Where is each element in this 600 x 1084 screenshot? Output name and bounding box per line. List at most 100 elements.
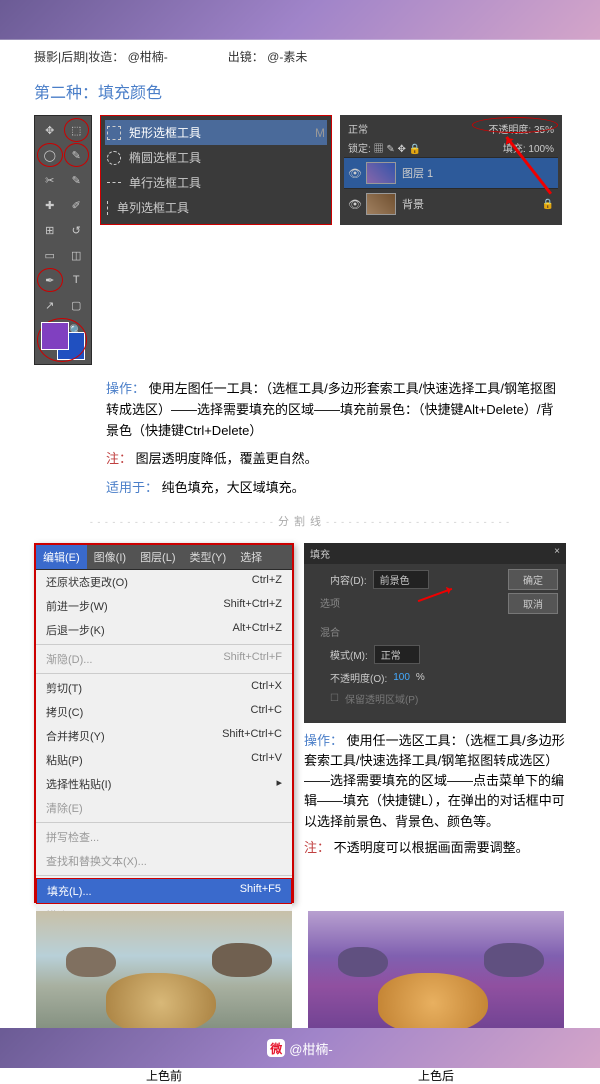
header-decoration: [0, 0, 600, 40]
credit-line: 摄影|后期|妆造： @柑楠- 出镜： @-素未: [34, 48, 566, 65]
ps-toolbar: ✥ ⬚ ◯ ✎ ✂ ✎ ✚ ✐ ⊞ ↺ ▭ ◫ ✒ T ↗ ▢ ✋ 🔍: [34, 115, 92, 365]
menu-item-forward[interactable]: 前进一步(W)Shift+Ctrl+Z: [36, 594, 292, 618]
footer-handle: @柑楠-: [289, 1039, 333, 1058]
rect-marquee-item[interactable]: 矩形选框工具 M: [105, 120, 327, 145]
brush-tool-icon[interactable]: ✐: [64, 193, 90, 217]
history-brush-icon[interactable]: ↺: [64, 218, 90, 242]
fill-value[interactable]: 100%: [528, 144, 554, 155]
note-label: 注：: [106, 451, 132, 466]
healing-tool-icon[interactable]: ✚: [37, 193, 63, 217]
opacity-highlight-ring: [472, 117, 558, 133]
weibo-icon: 微: [267, 1039, 285, 1057]
menu-item-copy-merged[interactable]: 合并拷贝(Y)Shift+Ctrl+C: [36, 724, 292, 748]
lock-icon: 🔒: [542, 199, 554, 210]
shape-tool-icon[interactable]: ▢: [64, 293, 90, 317]
type-tool-icon[interactable]: T: [64, 268, 90, 292]
menu-edit[interactable]: 编辑(E): [36, 545, 87, 569]
menu-item-fill[interactable]: 填充(L)...Shift+F5: [36, 878, 292, 904]
before-caption: 上色前: [36, 1067, 292, 1084]
foreground-color-swatch[interactable]: [41, 322, 69, 350]
blend-mode-select[interactable]: 正常: [348, 121, 368, 136]
marquee-tool-icon[interactable]: ⬚: [64, 118, 90, 142]
eyedropper-tool-icon[interactable]: ✎: [64, 168, 90, 192]
ok-button[interactable]: 确定: [508, 569, 558, 590]
menu-item-copy[interactable]: 拷贝(C)Ctrl+C: [36, 700, 292, 724]
menu-item-spell: 拼写检查...: [36, 825, 292, 849]
opacity-input[interactable]: 100: [393, 672, 410, 683]
content-select[interactable]: 前景色: [373, 570, 429, 589]
ellipse-marquee-icon: [107, 151, 121, 165]
stamp-tool-icon[interactable]: ⊞: [37, 218, 63, 242]
marquee-shortcut: M: [315, 126, 325, 140]
layer-thumbnail: [366, 193, 396, 215]
menu-image[interactable]: 图像(I): [87, 545, 133, 569]
section-title: 第二种：填充颜色: [34, 79, 566, 103]
after-caption: 上色后: [308, 1067, 564, 1084]
note-label: 注：: [304, 840, 330, 855]
divider-text: 分 割 线: [278, 516, 322, 528]
ellipse-marquee-item[interactable]: 椭圆选框工具: [105, 145, 327, 170]
menu-type[interactable]: 类型(Y): [183, 545, 234, 569]
menu-item-cut[interactable]: 剪切(T)Ctrl+X: [36, 676, 292, 700]
credit-author: @柑楠-: [128, 50, 168, 64]
col-marquee-label: 单列选框工具: [117, 199, 189, 216]
lock-icons[interactable]: ▦ ✎ ✥ 🔒: [374, 144, 422, 155]
preserve-label: 保留透明区域(P): [345, 691, 418, 706]
menu-item-clear: 清除(E): [36, 796, 292, 820]
layer-row-background[interactable]: 👁 背景 🔒: [344, 188, 558, 219]
divider: 分 割 线: [34, 513, 566, 529]
note-text: 图层透明度降低，覆盖更自然。: [136, 451, 318, 466]
pen-tool-icon[interactable]: ✒: [37, 268, 63, 292]
menubar: 编辑(E) 图像(I) 图层(L) 类型(Y) 选择: [36, 545, 292, 570]
rect-marquee-label: 矩形选框工具: [129, 124, 201, 141]
credit-model-label: 出镜：: [228, 50, 264, 64]
marquee-tool-flyout: 矩形选框工具 M 椭圆选框工具 单行选框工具 单列选框工具: [100, 115, 332, 225]
edit-menu-screenshot: 编辑(E) 图像(I) 图层(L) 类型(Y) 选择 还原状态更改(O)Ctrl…: [34, 543, 294, 903]
quick-select-tool-icon[interactable]: ✎: [64, 143, 90, 167]
note-text: 不透明度可以根据画面需要调整。: [334, 840, 529, 855]
footer-bar: 微 @柑楠-: [0, 1028, 600, 1068]
menu-item-back[interactable]: 后退一步(K)Alt+Ctrl+Z: [36, 618, 292, 642]
close-icon[interactable]: ×: [554, 546, 560, 561]
row-marquee-item[interactable]: 单行选框工具: [105, 170, 327, 195]
layer-name: 背景: [402, 196, 424, 212]
lasso-tool-icon[interactable]: ◯: [37, 143, 63, 167]
fill-dialog-title: 填充: [310, 546, 330, 561]
menu-layer[interactable]: 图层(L): [133, 545, 182, 569]
cancel-button[interactable]: 取消: [508, 593, 558, 614]
content-label: 内容(D):: [330, 572, 367, 587]
menu-select[interactable]: 选择: [233, 545, 269, 569]
path-select-icon[interactable]: ↗: [37, 293, 63, 317]
credit-model: @-素未: [267, 50, 307, 64]
crop-tool-icon[interactable]: ✂: [37, 168, 63, 192]
menu-item-undo[interactable]: 还原状态更改(O)Ctrl+Z: [36, 570, 292, 594]
opacity-label: 不透明度(O):: [330, 670, 387, 685]
move-tool-icon[interactable]: ✥: [37, 118, 63, 142]
apply-label: 适用于：: [106, 480, 158, 495]
visibility-icon[interactable]: 👁: [348, 167, 360, 179]
gradient-tool-icon[interactable]: ◫: [64, 243, 90, 267]
lock-label: 锁定:: [348, 144, 371, 155]
credit-roles: 摄影|后期|妆造：: [34, 50, 124, 64]
operation-text: 使用任一选区工具：（选框工具/多边形套索工具/快速选择工具/钢笔抠图转成选区）—…: [304, 733, 565, 829]
operation-label: 操作：: [304, 733, 343, 748]
instruction-block-2: 操作： 使用任一选区工具：（选框工具/多边形套索工具/快速选择工具/钢笔抠图转成…: [304, 731, 566, 858]
fill-dialog: 填充 × 确定 取消 内容(D): 前景色 选项 混合 模式(M): 正常 不透…: [304, 543, 566, 723]
visibility-icon[interactable]: 👁: [348, 198, 360, 210]
blend-group-label: 混合: [310, 624, 560, 639]
menu-item-fade: 渐隐(D)...Shift+Ctrl+F: [36, 647, 292, 671]
checkbox-icon[interactable]: ☐: [330, 693, 339, 704]
operation-label: 操作：: [106, 381, 145, 396]
mode-select[interactable]: 正常: [374, 645, 420, 664]
mode-label: 模式(M):: [330, 647, 368, 662]
rect-marquee-icon: [107, 126, 121, 140]
layer-name: 图层 1: [402, 165, 433, 181]
col-marquee-item[interactable]: 单列选框工具: [105, 195, 327, 220]
menu-item-paste[interactable]: 粘贴(P)Ctrl+V: [36, 748, 292, 772]
operation-text: 使用左图任一工具：（选框工具/多边形套索工具/快速选择工具/钢笔抠图转成选区）—…: [106, 381, 556, 438]
layers-panel: 正常 不透明度: 35% 锁定: ▦ ✎ ✥ 🔒 填充: 100%: [340, 115, 562, 225]
eraser-tool-icon[interactable]: ▭: [37, 243, 63, 267]
menu-dropdown: 还原状态更改(O)Ctrl+Z 前进一步(W)Shift+Ctrl+Z 后退一步…: [36, 570, 292, 928]
menu-item-paste-special[interactable]: 选择性粘贴(I)▸: [36, 772, 292, 796]
col-marquee-icon: [107, 201, 109, 215]
